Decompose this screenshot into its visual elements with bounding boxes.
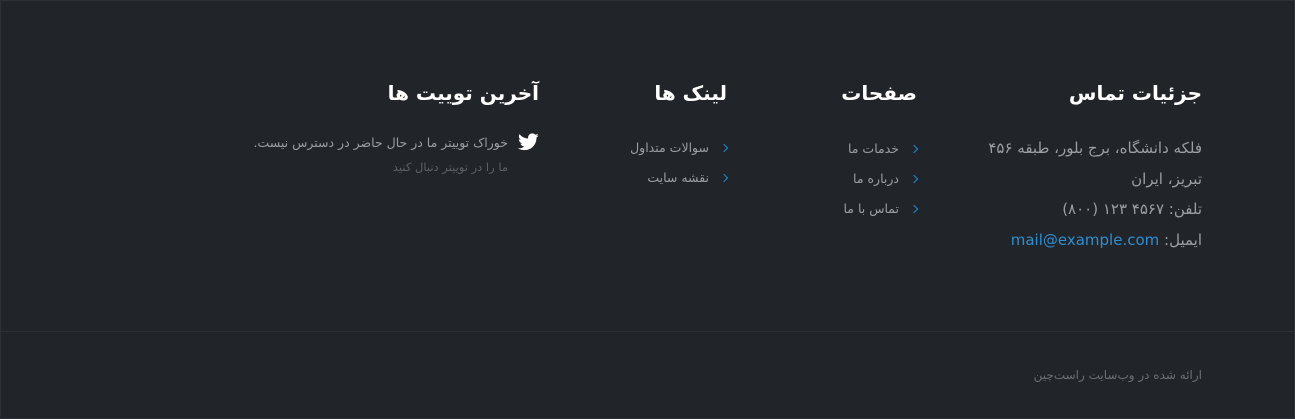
chevron-left-icon [719, 143, 729, 153]
site-footer: جزئیات تماس فلکه دانشگاه، برج بلور، طبقه… [0, 0, 1295, 419]
chevron-left-icon [909, 204, 919, 214]
pages-title: صفحات [841, 81, 917, 105]
pages-item-contact[interactable]: تماس با ما [757, 193, 919, 223]
pages-list: خدمات ما درباره ما تماس با ما [757, 133, 919, 223]
chevron-left-icon [909, 144, 919, 154]
tweet-item: خوراک توییتر ما در حال حاضر در دسترس نیس… [239, 130, 539, 154]
contact-address-line2: تبریز، ایران [1131, 169, 1202, 188]
links-item-sitemap[interactable]: نقشه سایت [547, 162, 729, 192]
tweets-column: آخرین توییت ها خوراک توییتر ما در حال حا… [239, 79, 539, 174]
copyright-text: ارائه شده در وب‌سایت راست‌چین [1033, 368, 1202, 382]
follow-on-twitter-link[interactable]: ما را در توییتر دنبال کنید [239, 160, 508, 174]
chevron-left-icon [909, 174, 919, 184]
contact-address-line1: فلکه دانشگاه، برج بلور، طبقه ۴۵۶ [988, 139, 1202, 157]
contact-column: جزئیات تماس فلکه دانشگاه، برج بلور، طبقه… [962, 79, 1202, 255]
tweet-feed-message: خوراک توییتر ما در حال حاضر در دسترس نیس… [253, 134, 508, 150]
tweets-title: آخرین توییت ها [387, 81, 540, 105]
links-item-label[interactable]: سوالات متداول [630, 140, 709, 155]
contact-email-label: ایمیل: [1159, 230, 1202, 249]
pages-item-label[interactable]: تماس با ما [843, 201, 899, 216]
links-item-label[interactable]: نقشه سایت [647, 170, 709, 185]
pages-column: صفحات خدمات ما درباره ما تماس با ما [757, 79, 919, 223]
twitter-icon [518, 133, 539, 151]
links-item-faq[interactable]: سوالات متداول [547, 132, 729, 162]
chevron-left-icon [719, 173, 729, 183]
links-list: سوالات متداول نقشه سایت [547, 132, 729, 192]
pages-item-label[interactable]: درباره ما [853, 171, 899, 186]
contact-email-row: ایمیل: mail@example.com [962, 225, 1202, 256]
footer-divider [1, 331, 1295, 332]
contact-phone: تلفن: ۴۵۶۷ ۱۲۳ (۸۰۰) [1062, 200, 1202, 218]
pages-item-about[interactable]: درباره ما [757, 163, 919, 193]
contact-title: جزئیات تماس [1068, 81, 1203, 105]
links-title: لینک ها [654, 81, 727, 105]
links-column: لینک ها سوالات متداول نقشه سایت [547, 79, 729, 192]
pages-item-label[interactable]: خدمات ما [848, 141, 899, 156]
pages-item-services[interactable]: خدمات ما [757, 133, 919, 163]
contact-email-link[interactable]: mail@example.com [1011, 231, 1160, 249]
